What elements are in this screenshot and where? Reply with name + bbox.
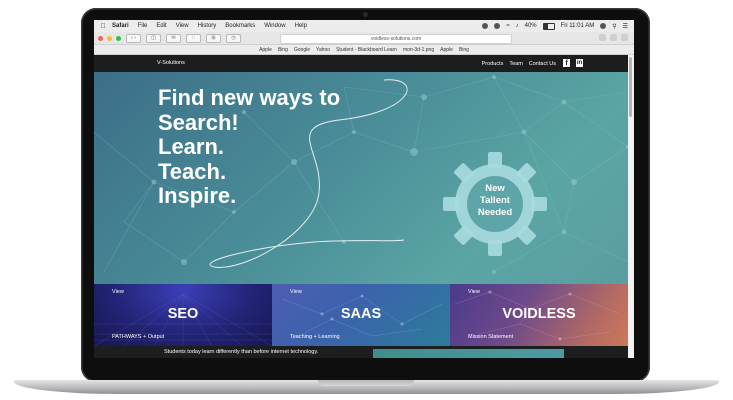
menu-bookmarks[interactable]: Bookmarks bbox=[225, 23, 255, 29]
footer-text: Students today learn differently than be… bbox=[164, 349, 319, 355]
battery-percent[interactable]: 40% bbox=[525, 23, 537, 29]
nav-team[interactable]: Team bbox=[509, 61, 522, 67]
menu-clock[interactable]: Fri 11:01 AM bbox=[561, 23, 595, 29]
status-icon[interactable] bbox=[482, 23, 489, 29]
menu-window[interactable]: Window bbox=[264, 23, 285, 29]
history-icon[interactable]: ◷ bbox=[226, 33, 241, 43]
card-seo-view-link[interactable]: View bbox=[112, 289, 124, 295]
scrollbar-thumb[interactable] bbox=[629, 57, 632, 117]
gear-line-2: Tallent bbox=[480, 195, 510, 206]
minimize-window-icon[interactable] bbox=[107, 35, 112, 41]
nav-contact[interactable]: Contact Us bbox=[529, 61, 556, 67]
sidebar-icon[interactable]: ◫ bbox=[146, 33, 161, 43]
gear-line-3: Needed bbox=[477, 207, 513, 218]
card-voidless-title: VOIDLESS bbox=[502, 306, 576, 322]
volume-icon[interactable]: ♪ bbox=[516, 23, 519, 29]
menu-bar:  Safari File Edit View History Bookmark… bbox=[94, 20, 634, 32]
tabs-icon[interactable] bbox=[621, 34, 628, 41]
hero-headline: Find new ways to Search! Learn. Teach. I… bbox=[158, 85, 341, 209]
gear-label: New Tallent Needed bbox=[442, 183, 548, 219]
bookmark-image[interactable]: mon-3d-1.png bbox=[403, 47, 434, 53]
nav-products[interactable]: Products bbox=[482, 61, 504, 67]
footer-strip: Students today learn differently than be… bbox=[94, 346, 628, 358]
menu-app-name[interactable]: Safari bbox=[112, 23, 129, 29]
download-icon[interactable] bbox=[599, 34, 606, 41]
share-icon[interactable] bbox=[610, 34, 617, 41]
hero-line-2: Search! bbox=[158, 109, 239, 135]
card-voidless[interactable]: View VOIDLESS Mission Statement bbox=[450, 284, 628, 346]
toolbar-right bbox=[599, 34, 628, 41]
bookmark-apple[interactable]: Apple bbox=[259, 47, 272, 53]
bookmark-apple-2[interactable]: Apple bbox=[440, 47, 453, 53]
card-voidless-view-link[interactable]: View bbox=[468, 289, 480, 295]
camera bbox=[363, 12, 368, 17]
status-icon[interactable] bbox=[494, 23, 501, 29]
back-forward-icon[interactable]: ‹ › bbox=[126, 33, 141, 43]
card-saas-subtitle: Teaching + Learning bbox=[290, 334, 340, 340]
webpage: V-Solutions Products Team Contact Us f i… bbox=[94, 55, 628, 358]
hero-section: Find new ways to Search! Learn. Teach. I… bbox=[94, 72, 628, 284]
card-saas-title: SAAS bbox=[340, 306, 382, 322]
battery-icon[interactable] bbox=[542, 22, 555, 30]
page-scrollbar[interactable] bbox=[628, 55, 634, 358]
menu-edit[interactable]: Edit bbox=[156, 23, 166, 29]
hero-line-4: Teach. bbox=[158, 158, 227, 184]
site-brand[interactable]: V-Solutions bbox=[157, 60, 185, 66]
bookmarks-bar: Apple Bing Google Yahoo Student - Blackb… bbox=[94, 45, 634, 55]
bookmark-google[interactable]: Google bbox=[294, 47, 310, 53]
zoom-window-icon[interactable] bbox=[116, 35, 121, 41]
grid-icon[interactable]: ∷ bbox=[186, 33, 201, 43]
bookmark-bing[interactable]: Bing bbox=[278, 47, 288, 53]
menu-help[interactable]: Help bbox=[295, 23, 307, 29]
screen:  Safari File Edit View History Bookmark… bbox=[94, 20, 634, 358]
search-icon[interactable]: ⚲ bbox=[612, 23, 616, 30]
facebook-icon[interactable]: f bbox=[563, 59, 570, 67]
footer-bar bbox=[373, 349, 564, 358]
card-seo[interactable]: View SEO PATHWAYS + Output bbox=[94, 284, 272, 346]
close-window-icon[interactable] bbox=[98, 35, 103, 41]
bookmark-bing-2[interactable]: Bing bbox=[459, 47, 469, 53]
wifi-icon[interactable]: ≈ bbox=[506, 23, 509, 29]
list-icon[interactable]: ☰ bbox=[623, 23, 628, 30]
card-seo-subtitle: PATHWAYS + Output bbox=[112, 334, 165, 340]
hiring-gear[interactable]: New Tallent Needed bbox=[442, 151, 548, 257]
address-bar[interactable]: voidless-solutions.com bbox=[280, 34, 512, 44]
laptop-notch bbox=[318, 380, 414, 386]
tab-icon[interactable]: ⊞ bbox=[206, 33, 221, 43]
menu-history[interactable]: History bbox=[198, 23, 217, 29]
gear-line-1: New bbox=[485, 183, 505, 194]
linkedin-icon[interactable]: in bbox=[576, 59, 583, 67]
bookmark-yahoo[interactable]: Yahoo bbox=[316, 47, 330, 53]
card-saas-view-link[interactable]: View bbox=[290, 289, 302, 295]
menu-status-area: ≈ ♪ 40% Fri 11:01 AM ⚲ ☰ bbox=[482, 22, 634, 30]
user-icon[interactable] bbox=[600, 23, 607, 29]
mail-icon[interactable]: ✉ bbox=[166, 33, 181, 43]
card-voidless-subtitle: Mission Statement bbox=[468, 334, 514, 340]
nav-links: Products Team Contact Us bbox=[482, 61, 556, 67]
menu-view[interactable]: View bbox=[176, 23, 189, 29]
card-saas[interactable]: View SAAS Teaching + Learning bbox=[272, 284, 450, 346]
menu-file[interactable]: File bbox=[138, 23, 148, 29]
card-seo-title: SEO bbox=[167, 306, 199, 322]
apple-icon[interactable]:  bbox=[94, 23, 112, 30]
hero-line-5: Inspire. bbox=[158, 183, 237, 208]
service-cards: View SEO PATHWAYS + Output View SAAS Tea… bbox=[94, 284, 628, 346]
site-nav: V-Solutions Products Team Contact Us f i… bbox=[94, 55, 628, 72]
hero-line-1: Find new ways to bbox=[158, 85, 341, 110]
hero-line-3: Learn. bbox=[158, 134, 225, 159]
bookmark-blackboard[interactable]: Student - Blackboard Learn bbox=[336, 47, 397, 53]
